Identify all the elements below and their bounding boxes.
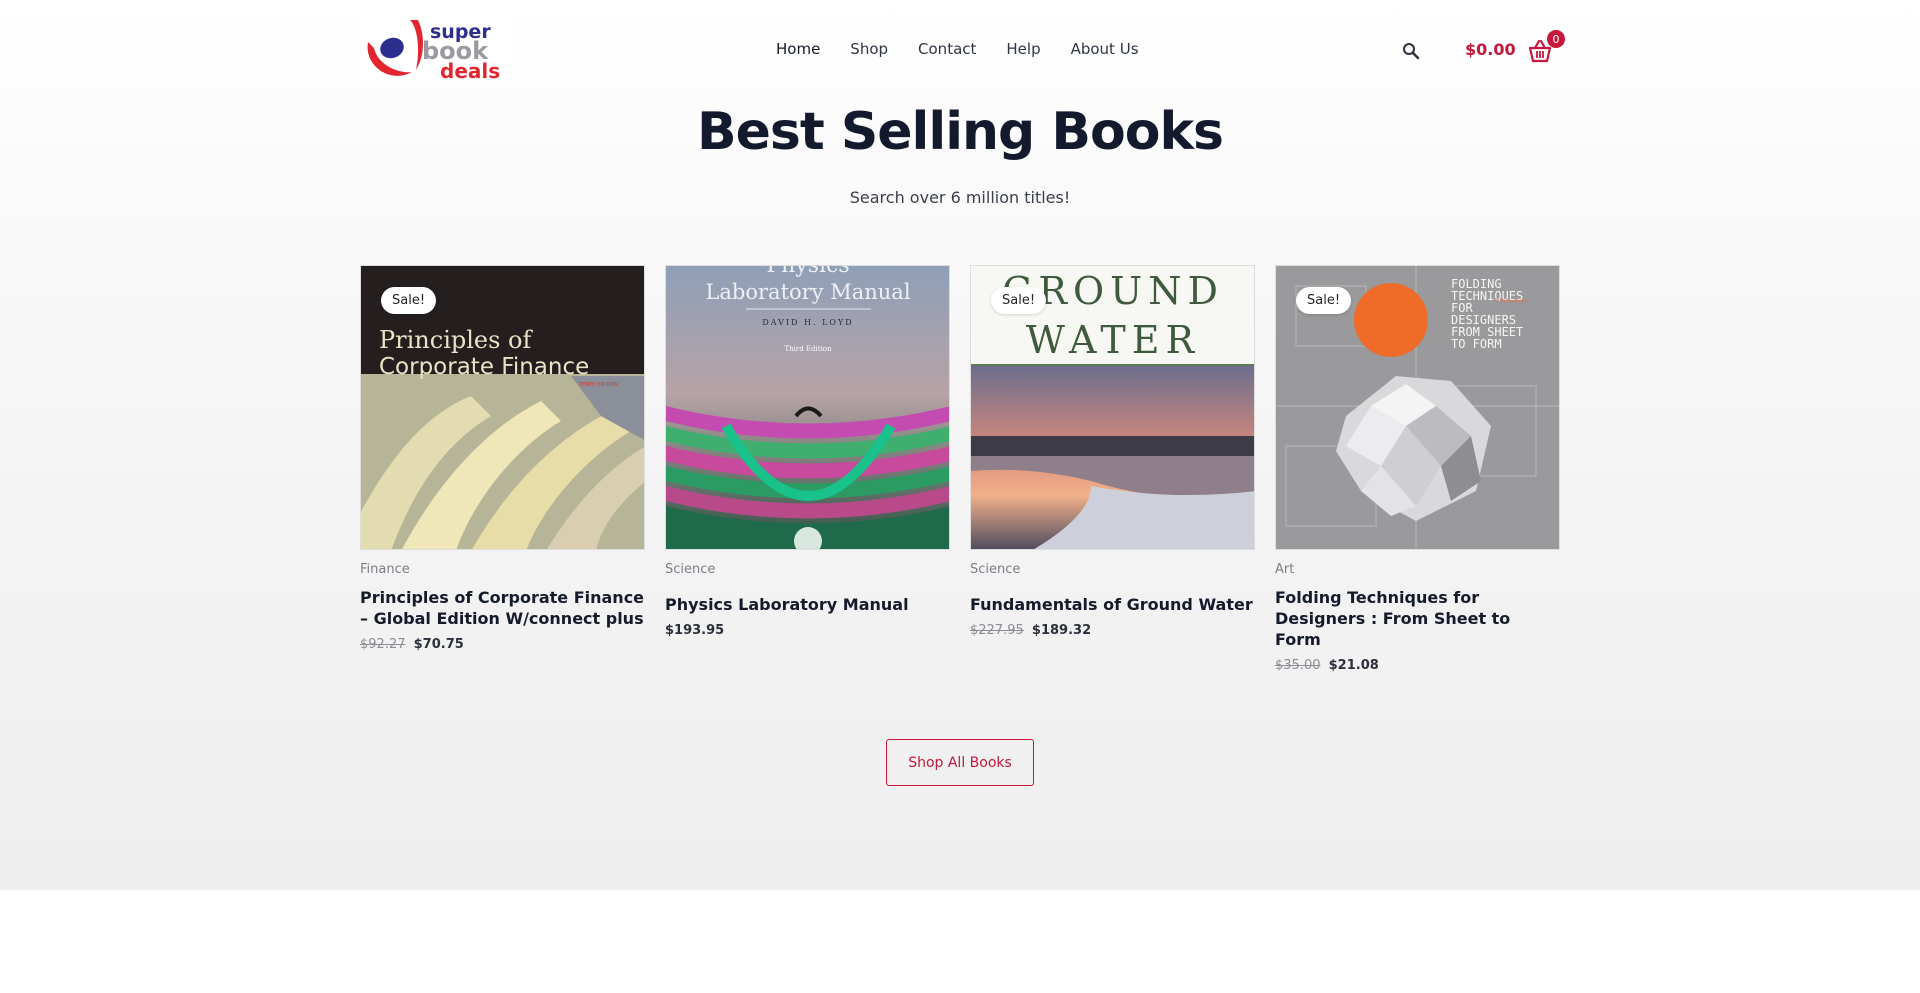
nav-about-us[interactable]: About Us <box>1071 40 1139 58</box>
product-title[interactable]: Principles of Corporate Finance – Global… <box>360 587 645 629</box>
sale-badge: Sale! <box>381 287 437 314</box>
product-card[interactable]: Principles of Corporate Finance TENTH ED… <box>360 265 645 652</box>
book-cover-image[interactable]: GROUND WATER Sale! <box>970 265 1255 550</box>
product-price: $92.27 $70.75 <box>360 637 645 652</box>
svg-text:Principles of: Principles of <box>379 326 534 354</box>
product-title[interactable]: Physics Laboratory Manual <box>665 594 950 615</box>
product-title[interactable]: Folding Techniques for Designers : From … <box>1275 587 1560 650</box>
svg-text:DAVID H. LOYD: DAVID H. LOYD <box>762 318 853 327</box>
cart-total[interactable]: $0.00 <box>1465 40 1516 59</box>
svg-text:WATER: WATER <box>1026 318 1200 362</box>
cart-count-badge: 0 <box>1547 30 1565 48</box>
product-category[interactable]: Art <box>1275 562 1560 577</box>
product-category[interactable]: Science <box>970 562 1255 577</box>
original-price: $227.95 <box>970 623 1024 638</box>
product-category[interactable]: Science <box>665 562 950 577</box>
book-cover-image[interactable]: FOLDING TECHNIQUES FOR DESIGNERS FROM SH… <box>1275 265 1560 550</box>
svg-text:Physics: Physics <box>766 266 849 278</box>
search-icon[interactable] <box>1401 41 1421 61</box>
product-price: $193.95 <box>665 623 950 638</box>
main-nav: Home Shop Contact Help About Us <box>776 40 1169 58</box>
svg-text:Paul Jackson: Paul Jackson <box>1496 298 1529 304</box>
page-title: Best Selling Books <box>697 102 1224 162</box>
product-card[interactable]: GROUND WATER Sale! Science Fundamentals … <box>970 265 1255 638</box>
sale-price: $189.32 <box>1031 623 1092 638</box>
sale-price: $70.75 <box>413 637 464 652</box>
original-price: $35.00 <box>1275 658 1321 673</box>
site-logo[interactable]: super book deals <box>360 14 510 86</box>
product-card[interactable]: Physics Laboratory Manual DAVID H. LOYD … <box>665 265 950 638</box>
product-category[interactable]: Finance <box>360 562 645 577</box>
book-cover-image[interactable]: Principles of Corporate Finance TENTH ED… <box>360 265 645 550</box>
nav-contact[interactable]: Contact <box>918 40 976 58</box>
product-card[interactable]: FOLDING TECHNIQUES FOR DESIGNERS FROM SH… <box>1275 265 1560 673</box>
footer-spacer <box>0 890 1920 993</box>
nav-home[interactable]: Home <box>776 40 820 58</box>
svg-text:Corporate Finance: Corporate Finance <box>379 354 589 380</box>
sale-badge: Sale! <box>991 287 1047 314</box>
sale-badge: Sale! <box>1296 287 1352 314</box>
regular-price: $193.95 <box>665 623 725 638</box>
product-price: $35.00 $21.08 <box>1275 658 1560 673</box>
book-cover-image[interactable]: Physics Laboratory Manual DAVID H. LOYD … <box>665 265 950 550</box>
shop-all-books-button[interactable]: Shop All Books <box>886 739 1034 786</box>
page-subtitle: Search over 6 million titles! <box>849 188 1071 207</box>
svg-text:deals: deals <box>440 59 500 83</box>
svg-text:Third Edition: Third Edition <box>784 345 832 353</box>
nav-help[interactable]: Help <box>1006 40 1040 58</box>
product-price: $227.95 $189.32 <box>970 623 1255 638</box>
product-title[interactable]: Fundamentals of Ground Water <box>970 594 1255 615</box>
nav-shop[interactable]: Shop <box>850 40 888 58</box>
original-price: $92.27 <box>360 637 406 652</box>
svg-text:Laboratory Manual: Laboratory Manual <box>705 280 910 304</box>
svg-text:TO FORM: TO FORM <box>1451 337 1502 351</box>
sale-price: $21.08 <box>1328 658 1379 673</box>
svg-text:TENTH EDITION: TENTH EDITION <box>578 382 618 388</box>
